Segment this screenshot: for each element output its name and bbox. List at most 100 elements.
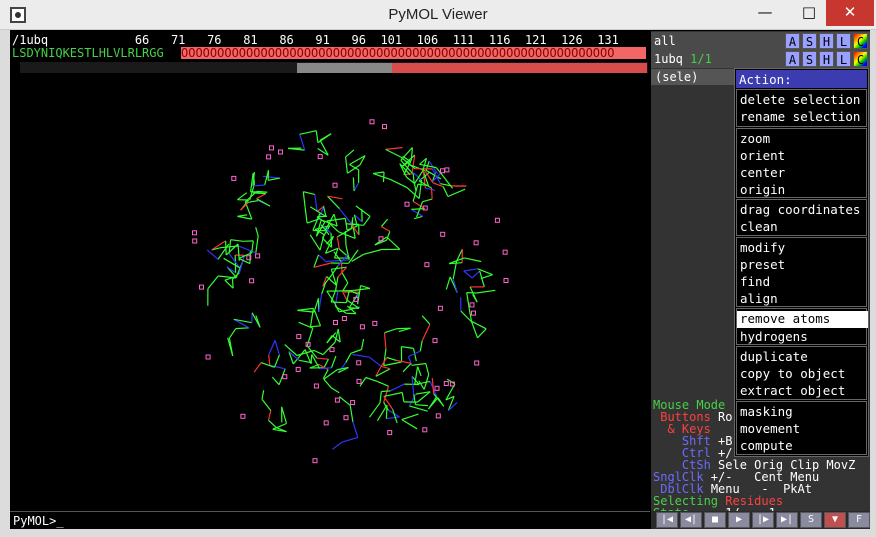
rewind-button[interactable]: |◀ bbox=[656, 512, 678, 528]
menu-item-drag-coordinates[interactable]: drag coordinates bbox=[740, 202, 860, 217]
menu-item-copy-to-object[interactable]: copy to object bbox=[740, 366, 845, 381]
bond bbox=[319, 133, 332, 141]
menu-item-rename-selection[interactable]: rename selection bbox=[740, 109, 860, 124]
bond-network bbox=[206, 130, 496, 450]
bond bbox=[252, 192, 266, 195]
bond bbox=[313, 349, 324, 356]
bond bbox=[352, 353, 370, 358]
menu-item-extract-object[interactable]: extract object bbox=[740, 383, 845, 398]
object-row-1ubq[interactable]: 1ubq 1/1 A S H L C bbox=[651, 50, 870, 68]
sequence-viewer[interactable]: /1ubq 66 71 76 81 86 91 96 101 106 111 1… bbox=[10, 31, 650, 73]
bond bbox=[314, 310, 322, 327]
menu-item-preset[interactable]: preset bbox=[740, 257, 785, 272]
command-prompt[interactable]: PyMOL>_ bbox=[13, 514, 64, 528]
water-atom bbox=[440, 231, 446, 237]
bond bbox=[385, 405, 388, 419]
1ubq-label-button[interactable]: L bbox=[836, 51, 851, 67]
object-name-sele[interactable]: (sele) bbox=[655, 70, 698, 84]
bond bbox=[384, 328, 398, 334]
3d-viewport[interactable]: /1ubq 66 71 76 81 86 91 96 101 106 111 1… bbox=[10, 31, 650, 511]
bond bbox=[431, 377, 435, 394]
water-atom bbox=[372, 320, 378, 326]
collapse-button[interactable]: ▼ bbox=[824, 512, 846, 528]
bond bbox=[390, 383, 405, 392]
menu-item-movement[interactable]: movement bbox=[740, 421, 800, 436]
bond bbox=[267, 177, 280, 181]
water-atom bbox=[502, 249, 508, 255]
menu-item-masking[interactable]: masking bbox=[740, 404, 793, 419]
minimize-button[interactable]: — bbox=[750, 0, 780, 26]
1ubq-show-button[interactable]: S bbox=[802, 51, 817, 67]
menu-item-duplicate[interactable]: duplicate bbox=[740, 349, 808, 364]
bond bbox=[413, 215, 423, 220]
molecule-structure[interactable] bbox=[10, 73, 650, 511]
menu-item-zoom[interactable]: zoom bbox=[740, 131, 770, 146]
bond bbox=[238, 245, 257, 254]
bond bbox=[402, 362, 412, 373]
sequence-toggle-button[interactable]: S bbox=[800, 512, 822, 528]
fullscreen-button[interactable]: F bbox=[848, 512, 870, 528]
bond bbox=[386, 356, 397, 361]
bond bbox=[278, 368, 286, 385]
water-atom bbox=[192, 238, 198, 244]
end-button[interactable]: ▶| bbox=[776, 512, 798, 528]
object-name-all[interactable]: all bbox=[654, 34, 676, 48]
bond bbox=[363, 248, 382, 255]
water-atom bbox=[350, 400, 356, 406]
bond bbox=[323, 378, 332, 389]
step-back-button[interactable]: ◀| bbox=[680, 512, 702, 528]
all-action-button[interactable]: A bbox=[785, 33, 800, 49]
bond bbox=[237, 192, 248, 201]
menu-item-modify[interactable]: modify bbox=[740, 240, 785, 255]
bond bbox=[313, 262, 332, 268]
1ubq-hide-button[interactable]: H bbox=[819, 51, 834, 67]
all-show-button[interactable]: S bbox=[802, 33, 817, 49]
water-atom bbox=[471, 310, 476, 316]
object-row-all[interactable]: all A S H L C bbox=[651, 32, 870, 50]
menu-item-orient[interactable]: orient bbox=[740, 148, 785, 163]
1ubq-color-button[interactable]: C bbox=[853, 51, 868, 67]
close-button[interactable]: ✕ bbox=[826, 0, 874, 26]
sequence-residues-plain[interactable]: LSDYNIQKESTLHLVLRLRGG bbox=[12, 46, 164, 60]
menu-item-origin[interactable]: origin bbox=[740, 182, 785, 197]
menu-item-hydrogens[interactable]: hydrogens bbox=[740, 329, 808, 344]
bond bbox=[381, 390, 391, 393]
command-line[interactable]: PyMOL>_ bbox=[10, 511, 650, 529]
water-atom bbox=[295, 366, 301, 372]
bond bbox=[386, 416, 400, 420]
all-label-button[interactable]: L bbox=[836, 33, 851, 49]
menu-item-center[interactable]: center bbox=[740, 165, 785, 180]
menu-item-find[interactable]: find bbox=[740, 274, 770, 289]
maximize-button[interactable]: □ bbox=[794, 0, 824, 26]
bond bbox=[281, 406, 288, 424]
water-atom bbox=[494, 217, 500, 223]
water-atom bbox=[282, 374, 288, 380]
water-atom bbox=[434, 385, 440, 391]
object-1ubq-label: 1ubq bbox=[654, 52, 683, 66]
bond bbox=[338, 289, 354, 292]
menu-item-align[interactable]: align bbox=[740, 291, 778, 306]
object-row-sele[interactable]: (sele) bbox=[651, 69, 735, 85]
water-atom bbox=[404, 201, 410, 207]
object-name-1ubq[interactable]: 1ubq 1/1 bbox=[654, 52, 712, 66]
all-hide-button[interactable]: H bbox=[819, 33, 834, 49]
menu-item-remove-atoms[interactable]: remove atoms bbox=[737, 311, 868, 328]
bond bbox=[411, 376, 415, 395]
sequence-residues-selected[interactable]: OOOOOOOOOOOOOOOOOOOOOOOOOOOOOOOOOOOOOOOO… bbox=[181, 46, 646, 60]
water-atom bbox=[333, 320, 338, 325]
bond bbox=[422, 198, 433, 203]
menu-item-clean[interactable]: clean bbox=[740, 219, 778, 234]
menu-group-coordinates: drag coordinates clean bbox=[736, 199, 867, 236]
window-bottom-border bbox=[0, 529, 876, 537]
action-menu[interactable]: Action: delete selection rename selectio… bbox=[734, 68, 869, 457]
sequence-residue-numbers: 66 71 76 81 86 91 96 101 106 111 116 121… bbox=[48, 33, 619, 47]
all-color-button[interactable]: C bbox=[853, 33, 868, 49]
bond bbox=[383, 361, 402, 367]
stop-button[interactable]: ■ bbox=[704, 512, 726, 528]
1ubq-action-button[interactable]: A bbox=[785, 51, 800, 67]
menu-item-delete-selection[interactable]: delete selection bbox=[740, 92, 860, 107]
play-button[interactable]: ▶ bbox=[728, 512, 750, 528]
menu-item-compute[interactable]: compute bbox=[740, 438, 793, 453]
bond bbox=[442, 175, 454, 189]
step-forward-button[interactable]: |▶ bbox=[752, 512, 774, 528]
